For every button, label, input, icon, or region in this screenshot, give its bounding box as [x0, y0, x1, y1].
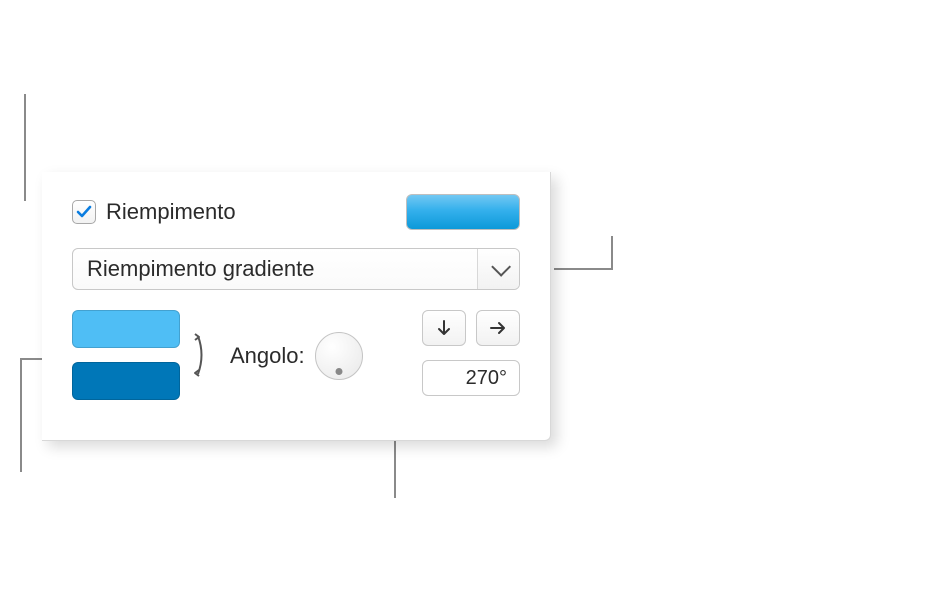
fill-type-dropdown[interactable]: Riempimento gradiente — [72, 248, 520, 290]
callout-line-color-stops-v — [20, 358, 22, 472]
callout-line-fill-type — [554, 268, 611, 270]
angle-value-text: 270° — [466, 367, 507, 390]
gradient-stop-bottom[interactable] — [72, 362, 180, 400]
callout-line-fill-checkbox — [24, 94, 26, 201]
direction-and-value-group: 270° — [422, 310, 520, 396]
callout-line-angle — [394, 440, 396, 498]
arrow-down-icon — [436, 319, 452, 337]
gradient-color-stops — [72, 310, 180, 400]
checkmark-icon — [76, 204, 92, 220]
fill-checkbox[interactable] — [72, 200, 96, 224]
callout-line-fill-type-v — [611, 236, 613, 270]
direction-right-button[interactable] — [476, 310, 520, 346]
angle-dial-indicator — [335, 368, 342, 375]
swap-arrows-icon — [185, 330, 207, 380]
fill-preview-swatch[interactable] — [406, 194, 520, 230]
dropdown-arrow-box — [477, 249, 519, 289]
angle-label: Angolo: — [230, 343, 305, 369]
fill-label: Riempimento — [106, 199, 236, 225]
angle-section: Angolo: — [230, 332, 363, 380]
gradient-stop-top[interactable] — [72, 310, 180, 348]
angle-value-field[interactable]: 270° — [422, 360, 520, 396]
direction-down-button[interactable] — [422, 310, 466, 346]
swap-stops-button[interactable] — [184, 327, 208, 383]
fill-type-selected: Riempimento gradiente — [73, 256, 477, 282]
fill-inspector-panel: Riempimento Riempimento gradiente Angolo… — [42, 172, 551, 441]
arrow-right-icon — [489, 320, 507, 336]
fill-header-row: Riempimento — [72, 194, 520, 230]
angle-dial[interactable] — [315, 332, 363, 380]
fill-checkbox-group: Riempimento — [72, 199, 236, 225]
direction-buttons — [422, 310, 520, 346]
gradient-controls-row: Angolo: 270° — [72, 310, 520, 400]
chevron-down-icon — [491, 257, 511, 277]
